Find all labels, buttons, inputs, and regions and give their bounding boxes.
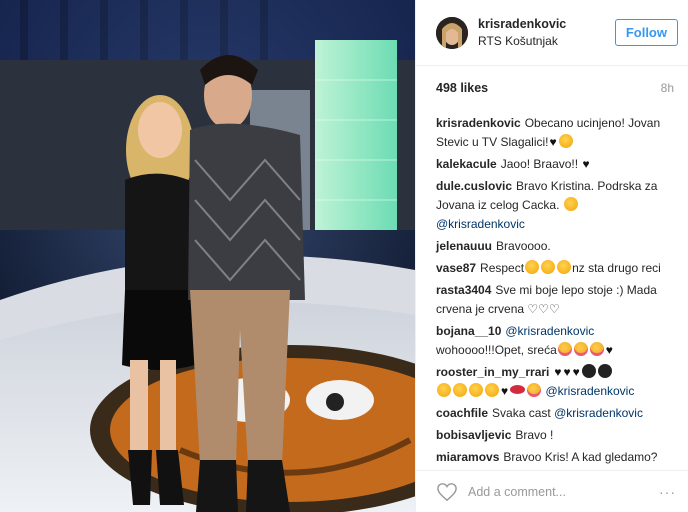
heart-eyes-icon [557, 342, 572, 356]
comment: bojana__10 @krisradenkovic wohoooo!!!Opet… [436, 322, 674, 360]
yellow-heart-icon [453, 383, 467, 397]
comment: bobisavljevic Bravo ! [436, 426, 674, 445]
black-heart-icon: ♥ [572, 365, 580, 379]
clapping-hands-icon [525, 260, 540, 274]
black-heart-icon: ♥ [605, 343, 613, 357]
bomb-icon [581, 364, 596, 378]
comment: vase87 Respect nz sta drugo reci [436, 259, 674, 278]
comment: miaramovs Bravoo Kris! A kad gledamo? [436, 448, 674, 467]
comment-username[interactable]: bobisavljevic [436, 428, 511, 442]
black-heart-icon: ♥ [501, 384, 509, 398]
comment-footer: Add a comment... ··· [416, 470, 688, 512]
comment-text: Jaoo! Braavo!! [500, 157, 579, 171]
comment-text: wohoooo!!!Opet, sreća [436, 343, 557, 357]
comment-username[interactable]: coachfile [436, 406, 488, 420]
comment: jelenauuu Bravoooo. [436, 237, 674, 256]
black-heart-icon: ♥ [549, 135, 557, 149]
kiss-lips-icon [510, 385, 526, 394]
post-sidebar: krisradenkovic RTS Košutnjak Follow 498 … [415, 0, 688, 512]
heart-icon[interactable] [436, 482, 458, 502]
add-comment-input[interactable]: Add a comment... [468, 485, 659, 499]
comment-username[interactable]: bojana__10 [436, 324, 501, 338]
black-heart-icon: ♥ [582, 157, 590, 171]
comment-mention[interactable]: @krisradenkovic [554, 406, 643, 420]
smile-icon [563, 197, 578, 211]
heart-eyes-icon [527, 383, 542, 397]
likes-count[interactable]: 498 likes [436, 81, 488, 95]
comment-username[interactable]: rooster_in_my_rrari [436, 365, 549, 379]
post-photo[interactable] [0, 0, 415, 512]
black-heart-icon: ♥ [563, 365, 571, 379]
comment-text: Bravo ! [515, 428, 554, 442]
comment-username[interactable]: miaramovs [436, 450, 499, 464]
heart-eyes-icon [573, 342, 588, 356]
comment-username[interactable]: rasta3404 [436, 283, 491, 297]
black-heart-icon: ♥ [554, 365, 562, 379]
yellow-heart-icon [469, 383, 483, 397]
avatar[interactable] [436, 16, 468, 49]
studio-photo-image [0, 0, 415, 512]
post-header: krisradenkovic RTS Košutnjak Follow [416, 0, 688, 66]
comment-mention[interactable]: @krisradenkovic [505, 324, 594, 338]
comments-list: krisradenkovic Obecano ucinjeno! Jovan St… [416, 110, 688, 470]
comment: kalekacule Jaoo! Braavo!! ♥ [436, 155, 674, 174]
comment: coachfile Svaka cast @krisradenkovic [436, 404, 674, 423]
comment: rooster_in_my_rrari ♥ ♥ ♥ ♥ @krisradenkovic [436, 363, 674, 401]
comment-username[interactable]: krisradenkovic [436, 116, 521, 130]
post-time[interactable]: 8h [661, 81, 674, 95]
comment: rasta3404 Sve mi boje lepo stoje :) Mada … [436, 281, 674, 319]
comment-text-continued: nz sta drugo reci [572, 261, 661, 275]
clapping-hands-icon [557, 260, 572, 274]
comment-username[interactable]: dule.cuslovic [436, 179, 512, 193]
comment-mention[interactable]: @krisradenkovic [436, 217, 525, 231]
follow-button[interactable]: Follow [614, 19, 678, 46]
instagram-post-modal: krisradenkovic RTS Košutnjak Follow 498 … [0, 0, 688, 512]
comment: krisradenkovic Obecano ucinjeno! Jovan St… [436, 114, 674, 152]
header-info: krisradenkovic RTS Košutnjak [478, 16, 615, 50]
comment: dule.cuslovic Bravo Kristina. Podrska za … [436, 177, 674, 234]
comment-username[interactable]: vase87 [436, 261, 476, 275]
post-stats: 498 likes 8h [416, 66, 688, 110]
comment-username[interactable]: kalekacule [436, 157, 497, 171]
comment-text: Bravoooo. [496, 239, 551, 253]
yellow-heart-icon [437, 383, 451, 397]
post-location[interactable]: RTS Košutnjak [478, 33, 615, 50]
bomb-icon [597, 364, 612, 378]
comment-mention[interactable]: @krisradenkovic [545, 384, 634, 398]
heart-eyes-icon [589, 342, 604, 356]
more-options-icon[interactable]: ··· [659, 484, 676, 500]
clapping-hands-icon [541, 260, 556, 274]
comment-text: Bravoo Kris! A kad gledamo? [503, 450, 658, 464]
clapping-hands-icon [558, 134, 573, 148]
comment-username[interactable]: jelenauuu [436, 239, 492, 253]
comment-text: Respect [480, 261, 525, 275]
post-username[interactable]: krisradenkovic [478, 16, 615, 33]
comment-text: Svaka cast [492, 406, 551, 420]
smile-icon [485, 383, 499, 397]
avatar-image [436, 16, 468, 49]
